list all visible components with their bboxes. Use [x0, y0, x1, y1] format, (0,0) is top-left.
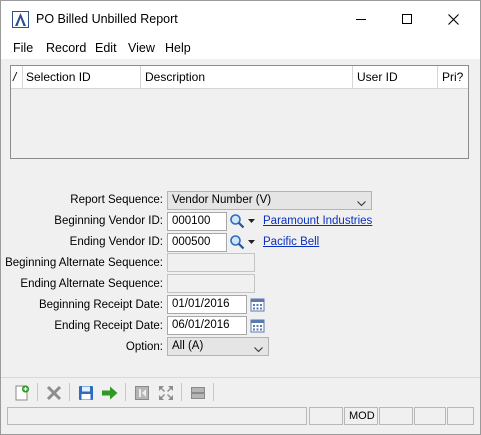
chevron-down-icon — [357, 196, 366, 213]
app-logo-icon — [12, 11, 29, 28]
status-message — [7, 407, 307, 425]
minimize-button[interactable] — [338, 1, 384, 37]
ending-receipt-date-input[interactable]: 06/01/2016 — [167, 316, 247, 335]
toolbar-separator — [69, 383, 70, 401]
window-title: PO Billed Unbilled Report — [36, 12, 178, 26]
caret-down-icon[interactable] — [247, 233, 256, 251]
beginning-receipt-date-label: Beginning Receipt Date: — [38, 299, 163, 311]
option-label: Option: — [125, 341, 163, 353]
calendar-icon[interactable] — [248, 316, 266, 334]
ending-receipt-date-label: Ending Receipt Date: — [54, 320, 163, 332]
toolbar-separator — [125, 383, 126, 401]
save-icon[interactable] — [75, 382, 97, 404]
search-icon[interactable] — [228, 212, 246, 230]
first-record-icon[interactable] — [131, 382, 153, 404]
report-sequence-select[interactable]: Vendor Number (V) — [167, 191, 372, 210]
chevron-down-icon — [254, 342, 263, 359]
ending-vendor-name-link[interactable]: Pacific Bell — [263, 236, 319, 248]
minus-icon[interactable] — [187, 382, 209, 404]
title-bar: PO Billed Unbilled Report — [1, 1, 480, 37]
beginning-vendor-name-link[interactable]: Paramount Industries — [263, 215, 372, 227]
column-selection-id[interactable]: Selection ID — [23, 66, 141, 88]
toolbar-separator — [213, 383, 214, 401]
status-bar: MOD — [1, 405, 480, 427]
status-cell — [447, 407, 474, 425]
delete-icon[interactable] — [43, 382, 65, 404]
caret-down-icon[interactable] — [247, 212, 256, 230]
menu-view[interactable]: View — [128, 41, 155, 55]
column-pri[interactable]: Pri? — [438, 66, 468, 88]
menu-bar: File Record Edit View Help — [1, 37, 480, 59]
report-window: PO Billed Unbilled Report File Record Ed… — [0, 0, 481, 435]
search-icon[interactable] — [228, 233, 246, 251]
beginning-alt-seq-label: Beginning Alternate Sequence: — [5, 257, 163, 269]
menu-edit[interactable]: Edit — [95, 41, 117, 55]
report-sequence-label: Report Sequence: — [70, 194, 163, 206]
column-user-id[interactable]: User ID — [353, 66, 438, 88]
menu-file[interactable]: File — [13, 41, 33, 55]
beginning-vendor-label: Beginning Vendor ID: — [54, 215, 163, 227]
toolbar-separator — [37, 383, 38, 401]
status-cell — [309, 407, 343, 425]
status-cell — [414, 407, 446, 425]
toolbar-separator — [181, 383, 182, 401]
go-arrow-icon[interactable] — [99, 382, 121, 404]
menu-record[interactable]: Record — [46, 41, 86, 55]
beginning-alt-seq-input — [167, 253, 255, 272]
report-sequence-value: Vendor Number (V) — [172, 194, 272, 206]
selection-grid[interactable]: / Selection ID Description User ID Pri? — [10, 65, 469, 159]
status-cell — [379, 407, 413, 425]
close-button[interactable] — [430, 1, 476, 37]
grid-header: / Selection ID Description User ID Pri? — [11, 66, 468, 89]
option-select[interactable]: All (A) — [167, 337, 269, 356]
ending-vendor-input[interactable]: 000500 — [167, 233, 227, 252]
zoom-fit-icon[interactable] — [155, 382, 177, 404]
new-record-icon[interactable] — [11, 382, 33, 404]
calendar-icon[interactable] — [248, 295, 266, 313]
beginning-vendor-input[interactable]: 000100 — [167, 212, 227, 231]
maximize-button[interactable] — [384, 1, 430, 37]
ending-alt-seq-input — [167, 274, 255, 293]
option-value: All (A) — [172, 340, 204, 352]
menu-help[interactable]: Help — [165, 41, 191, 55]
status-mode: MOD — [344, 407, 378, 425]
sort-indicator[interactable]: / — [11, 66, 23, 88]
beginning-receipt-date-input[interactable]: 01/01/2016 — [167, 295, 247, 314]
ending-alt-seq-label: Ending Alternate Sequence: — [20, 278, 163, 290]
ending-vendor-label: Ending Vendor ID: — [69, 236, 163, 248]
column-description[interactable]: Description — [141, 66, 353, 88]
toolbar — [1, 377, 480, 405]
